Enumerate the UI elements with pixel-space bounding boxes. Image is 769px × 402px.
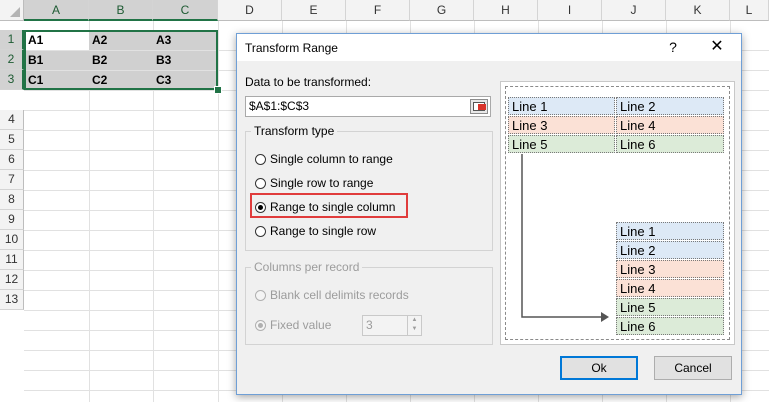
radio-single-column-to-range[interactable]: Single column to range bbox=[255, 152, 393, 166]
transform-arrow-icon bbox=[521, 154, 609, 322]
fixed-value-spinner[interactable]: 3 ▲ ▼ bbox=[362, 315, 422, 336]
column-header-j[interactable]: J bbox=[602, 0, 666, 21]
radio-label: Blank cell delimits records bbox=[270, 288, 409, 302]
row-header-7[interactable]: 7 bbox=[0, 170, 24, 190]
radio-label: Single row to range bbox=[270, 176, 374, 190]
range-input-value: $A$1:$C$3 bbox=[249, 99, 310, 113]
preview-column-cell: Line 3 bbox=[616, 260, 724, 278]
selection-border bbox=[24, 30, 218, 90]
column-header-g[interactable]: G bbox=[410, 0, 474, 21]
dialog-title: Transform Range bbox=[245, 41, 338, 55]
range-select-icon[interactable] bbox=[470, 99, 488, 114]
row-header-6[interactable]: 6 bbox=[0, 150, 24, 170]
fill-handle[interactable] bbox=[214, 86, 222, 94]
column-header-e[interactable]: E bbox=[282, 0, 346, 21]
column-header-k[interactable]: K bbox=[666, 0, 730, 21]
preview-column-cell: Line 4 bbox=[616, 279, 724, 297]
column-header-d[interactable]: D bbox=[218, 0, 282, 21]
row-header-4[interactable]: 4 bbox=[0, 110, 24, 130]
radio-label: Fixed value bbox=[270, 318, 332, 332]
columns-per-record-label: Columns per record bbox=[251, 260, 363, 274]
radio-circle-selected[interactable] bbox=[255, 319, 266, 331]
radio-single-row-to-range[interactable]: Single row to range bbox=[255, 176, 373, 190]
cancel-button[interactable]: Cancel bbox=[654, 356, 732, 380]
radio-circle[interactable] bbox=[255, 225, 266, 237]
radio-label: Single column to range bbox=[270, 152, 393, 166]
column-header-a[interactable]: A bbox=[24, 0, 89, 21]
row-header-13[interactable]: 13 bbox=[0, 290, 24, 310]
radio-circle[interactable] bbox=[255, 153, 266, 165]
row-header-2[interactable]: 2 bbox=[0, 50, 24, 70]
row-header-5[interactable]: 5 bbox=[0, 130, 24, 150]
row-header-12[interactable]: 12 bbox=[0, 270, 24, 290]
preview-grid-cell: Line 3 bbox=[508, 116, 615, 134]
row-header-10[interactable]: 10 bbox=[0, 230, 24, 250]
column-header-i[interactable]: I bbox=[538, 0, 602, 21]
highlight-box bbox=[250, 193, 408, 218]
row-header-1[interactable]: 1 bbox=[0, 30, 24, 50]
radio-circle[interactable] bbox=[255, 289, 266, 301]
column-header-h[interactable]: H bbox=[474, 0, 538, 21]
close-icon[interactable]: ✕ bbox=[707, 37, 727, 57]
column-header-c[interactable]: C bbox=[153, 0, 218, 21]
radio-fixed-value[interactable]: Fixed value bbox=[255, 318, 331, 332]
row-header-9[interactable]: 9 bbox=[0, 210, 24, 230]
preview-column-cell: Line 2 bbox=[616, 241, 724, 259]
preview-column-cell: Line 6 bbox=[616, 317, 724, 335]
row-header-8[interactable]: 8 bbox=[0, 190, 24, 210]
column-header-l[interactable]: L bbox=[730, 0, 769, 21]
column-header-f[interactable]: F bbox=[346, 0, 410, 21]
row-header-3[interactable]: 3 bbox=[0, 70, 24, 90]
spinner-buttons[interactable]: ▲ ▼ bbox=[407, 316, 421, 335]
dialog-titlebar[interactable]: Transform Range ? ✕ bbox=[237, 34, 741, 61]
preview-column-cell: Line 5 bbox=[616, 298, 724, 316]
data-label: Data to be transformed: bbox=[245, 75, 372, 89]
select-all-corner[interactable] bbox=[0, 0, 24, 21]
range-input[interactable]: $A$1:$C$3 bbox=[245, 96, 491, 117]
spin-up-icon[interactable]: ▲ bbox=[408, 316, 421, 325]
radio-circle[interactable] bbox=[255, 177, 266, 189]
preview-grid-cell: Line 1 bbox=[508, 97, 615, 115]
spin-down-icon[interactable]: ▼ bbox=[408, 325, 421, 334]
preview-grid-cell: Line 5 bbox=[508, 135, 615, 153]
radio-blank-cell-delimits[interactable]: Blank cell delimits records bbox=[255, 288, 409, 302]
radio-label: Range to single row bbox=[270, 224, 377, 238]
help-icon[interactable]: ? bbox=[663, 37, 683, 57]
column-header-b[interactable]: B bbox=[89, 0, 153, 21]
preview-grid-cell: Line 4 bbox=[616, 116, 724, 134]
row-header-11[interactable]: 11 bbox=[0, 250, 24, 270]
preview-grid-cell: Line 2 bbox=[616, 97, 724, 115]
radio-range-to-single-row[interactable]: Range to single row bbox=[255, 224, 376, 238]
ok-button[interactable]: Ok bbox=[560, 356, 638, 380]
preview-column-cell: Line 1 bbox=[616, 222, 724, 240]
transform-range-dialog: Transform Range ? ✕ Data to be transform… bbox=[236, 33, 742, 395]
preview-grid-cell: Line 6 bbox=[616, 135, 724, 153]
transform-type-label: Transform type bbox=[251, 124, 338, 138]
fixed-value: 3 bbox=[366, 318, 373, 332]
